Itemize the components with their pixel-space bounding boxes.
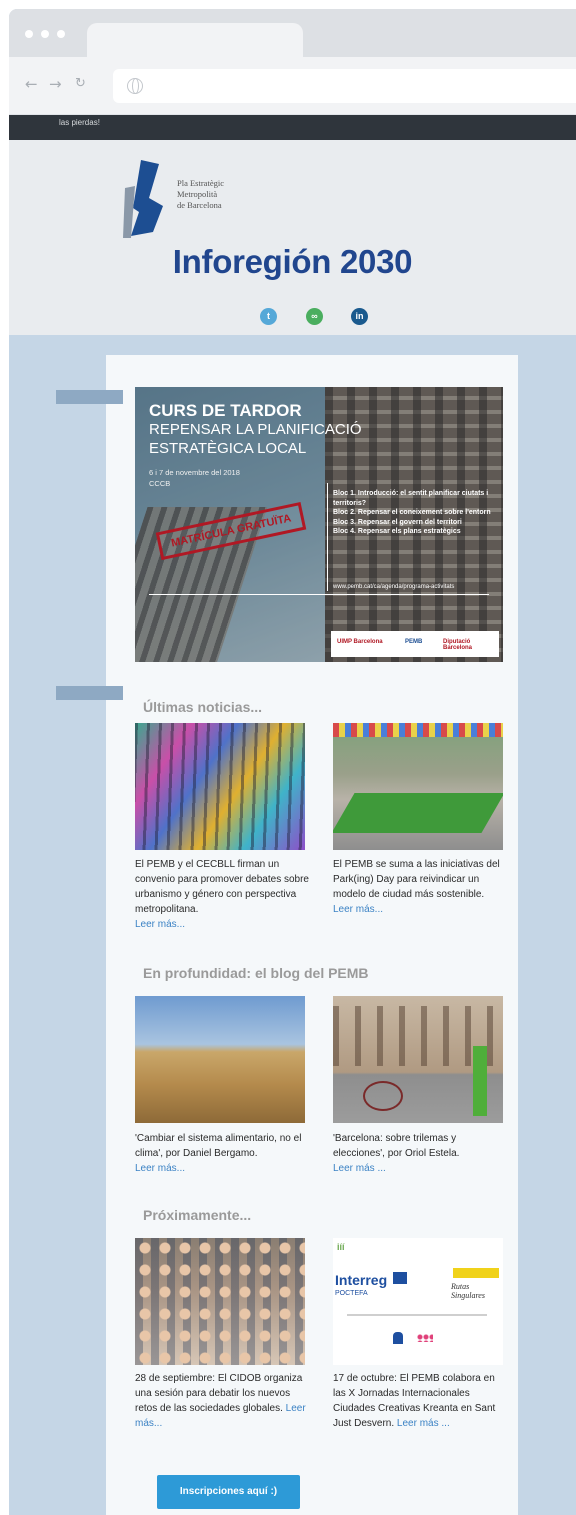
window-maximize-dot[interactable] [57, 30, 65, 38]
banner-bloc: Bloc 2. Repensar el coneixement sobre l'… [333, 509, 491, 516]
logo-text: Pla Estratègic Metropolità de Barcelona [177, 178, 267, 211]
address-bar[interactable] [113, 69, 576, 103]
upcoming-caption: 28 de septiembre: El CIDOB organiza una … [135, 1371, 310, 1431]
register-button[interactable]: Inscripciones aquí :) [157, 1475, 300, 1509]
back-arrow-icon[interactable]: ← [25, 75, 38, 93]
partner-logos: UIMP Barcelona PEMB Diputació Barcelona [331, 631, 499, 657]
banner-date-text: 6 i 7 de novembre del 2018 [149, 468, 240, 477]
image-people [135, 1238, 305, 1365]
banner-bloc: Bloc 3. Repensar el govern del territori [333, 518, 462, 526]
blog-caption: 'Barcelona: sobre trilemas y elecciones'… [333, 1131, 508, 1176]
forward-arrow-icon[interactable]: → [49, 75, 62, 93]
interreg-logo: Interreg [335, 1272, 388, 1288]
banner-bloc: Bloc 1. Introducció: el sentit planifica… [333, 490, 489, 507]
window-close-dot[interactable] [25, 30, 33, 38]
banner-divider [149, 594, 489, 595]
image-person [473, 1046, 487, 1116]
image-small-logo: iíí [337, 1242, 345, 1252]
section-title-blog: En profundidad: el blog del PEMB [143, 965, 369, 981]
news-caption: El PEMB y el CECBLL firman un convenio p… [135, 857, 310, 932]
banner-dates: 6 i 7 de novembre del 2018 CCCB [149, 467, 240, 489]
blog-caption: 'Cambiar el sistema alimentario, no el c… [135, 1131, 310, 1176]
partner-icon [417, 1334, 433, 1342]
linkedin-icon[interactable]: in [351, 308, 368, 325]
blog-text: 'Barcelona: sobre trilemas y elecciones'… [333, 1133, 460, 1159]
image-flags [333, 723, 503, 737]
link-icon[interactable]: ∞ [306, 308, 323, 325]
upcoming-text: 28 de septiembre: El CIDOB organiza una … [135, 1373, 303, 1414]
browser-window: ← → ↻ las pierdas! Pla Estratègic Metrop… [9, 9, 576, 1515]
globe-icon [127, 78, 143, 94]
news-text: El PEMB se suma a las iniciativas del Pa… [333, 859, 500, 900]
image-texture [135, 723, 305, 850]
window-minimize-dot[interactable] [41, 30, 49, 38]
section-title-upcoming: Próximamente... [143, 1207, 252, 1223]
section-marker [56, 686, 123, 700]
yellow-tag [453, 1268, 499, 1278]
top-dark-strip: las pierdas! [9, 115, 576, 140]
upcoming-image-interreg[interactable]: iíí Interreg POCTEFA Rutas Singulares [333, 1238, 503, 1365]
rutas-singulares-text: Rutas Singulares [451, 1282, 485, 1300]
blog-text: 'Cambiar el sistema alimentario, no el c… [135, 1133, 302, 1159]
news-text: El PEMB y el CECBLL firman un convenio p… [135, 859, 309, 915]
banner-subtitle: REPENSAR LA PLANIFICACIÓ ESTRATÈGICA LOC… [149, 421, 362, 457]
partner-logo: Diputació Barcelona [443, 639, 473, 651]
blog-image-landscape[interactable] [135, 996, 305, 1123]
upcoming-caption: 17 de octubre: El PEMB colabora en las X… [333, 1371, 508, 1431]
interreg-sub: POCTEFA [335, 1290, 368, 1297]
newsletter-title: Inforegión 2030 [172, 243, 413, 280]
course-banner[interactable]: CURS DE TARDOR REPENSAR LA PLANIFICACIÓ … [135, 387, 503, 662]
reload-icon[interactable]: ↻ [75, 76, 86, 91]
banner-title: CURS DE TARDOR [149, 401, 302, 420]
logo-text-line: Metropolità [177, 189, 218, 199]
banner-venue-text: CCCB [149, 479, 171, 488]
browser-toolbar: ← → ↻ [9, 57, 576, 115]
read-more-link[interactable]: Leer más... [333, 904, 383, 915]
partner-logo: UIMP Barcelona [337, 639, 383, 645]
twitter-icon[interactable]: t [260, 308, 277, 325]
browser-tab-bar [9, 9, 576, 59]
read-more-link[interactable]: Leer más ... [397, 1418, 450, 1429]
browser-tab[interactable] [87, 23, 303, 59]
news-caption: El PEMB se suma a las iniciativas del Pa… [333, 857, 508, 917]
banner-divider [327, 483, 328, 591]
logo-text-line: de Barcelona [177, 200, 222, 210]
partner-icon [393, 1332, 403, 1344]
top-strip-text: las pierdas! [59, 118, 100, 127]
news-image-skyscrapers[interactable] [135, 723, 305, 850]
logo-text-line: Pla Estratègic [177, 178, 224, 188]
section-title-news: Últimas noticias... [143, 699, 263, 715]
image-rule [347, 1314, 487, 1316]
pemb-logo-icon [123, 160, 163, 238]
blog-image-city-square[interactable] [333, 996, 503, 1123]
image-bicycle [363, 1081, 403, 1111]
banner-url: www.pemb.cat/ca/agenda/programa-activita… [333, 584, 455, 590]
read-more-link[interactable]: Leer más... [135, 919, 185, 930]
newsletter-header: Pla Estratègic Metropolità de Barcelona … [9, 140, 576, 335]
eu-flag-icon [393, 1272, 407, 1284]
news-image-parking-day[interactable] [333, 723, 503, 850]
partner-logo: PEMB [405, 639, 423, 645]
upcoming-image-crowd[interactable] [135, 1238, 305, 1365]
banner-blocs: Bloc 1. Introducció: el sentit planifica… [333, 489, 501, 537]
section-marker [56, 390, 123, 404]
image-grass [333, 793, 503, 833]
banner-bloc: Bloc 4. Repensar els plans estratègics [333, 528, 461, 535]
read-more-link[interactable]: Leer más ... [333, 1163, 386, 1174]
read-more-link[interactable]: Leer más... [135, 1163, 185, 1174]
